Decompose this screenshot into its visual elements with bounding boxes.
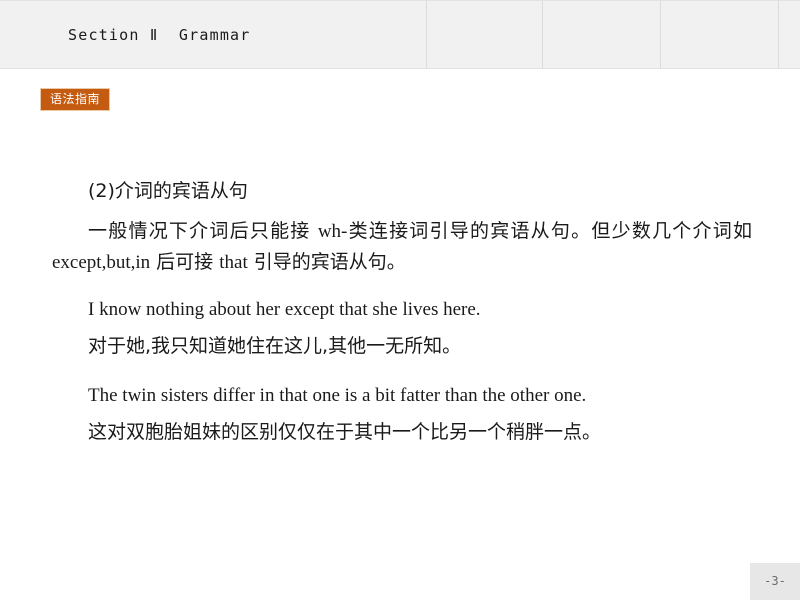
explanation-cn-part-3: 后可接 (150, 251, 220, 273)
example-2-english: The twin sisters differ in that one is a… (88, 385, 587, 406)
page-title: Section Ⅱ Grammar (68, 26, 251, 44)
page-number-container: -3- (750, 563, 800, 600)
explanation-en-term-1: wh- (317, 221, 348, 242)
example-2-chinese: 这对双胞胎姐妹的区别仅仅在于其中一个比另一个稍胖一点。 (88, 421, 602, 443)
header-divider-3 (660, 1, 661, 69)
content-body: (2)介词的宾语从句 一般情况下介词后只能接 wh-类连接词引导的宾语从句。但少… (52, 176, 752, 450)
explanation-en-term-3: that (219, 252, 248, 273)
header-divider-1 (426, 1, 427, 69)
explanation-cn-part-1: 一般情况下介词后只能接 (88, 220, 318, 242)
explanation-paragraph: 一般情况下介词后只能接 wh-类连接词引导的宾语从句。但少数几个介词如 exce… (52, 216, 752, 278)
header-divider-4 (778, 1, 779, 69)
header-divider-2 (542, 1, 543, 69)
example-1-chinese: 对于她,我只知道她住在这儿,其他一无所知。 (88, 335, 462, 357)
section-heading: (2)介词的宾语从句 (88, 180, 248, 202)
explanation-en-term-2: except,but,in (52, 252, 151, 273)
example-1-english: I know nothing about her except that she… (88, 299, 481, 320)
explanation-cn-part-2: 类连接词引导的宾语从句。但少数几个介词如 (347, 220, 752, 242)
grammar-guide-badge[interactable]: 语法指南 (40, 88, 111, 111)
page-number: -3- (764, 574, 786, 588)
explanation-cn-part-4: 引导的宾语从句。 (247, 251, 406, 273)
header-bar: Section Ⅱ Grammar (0, 0, 800, 69)
